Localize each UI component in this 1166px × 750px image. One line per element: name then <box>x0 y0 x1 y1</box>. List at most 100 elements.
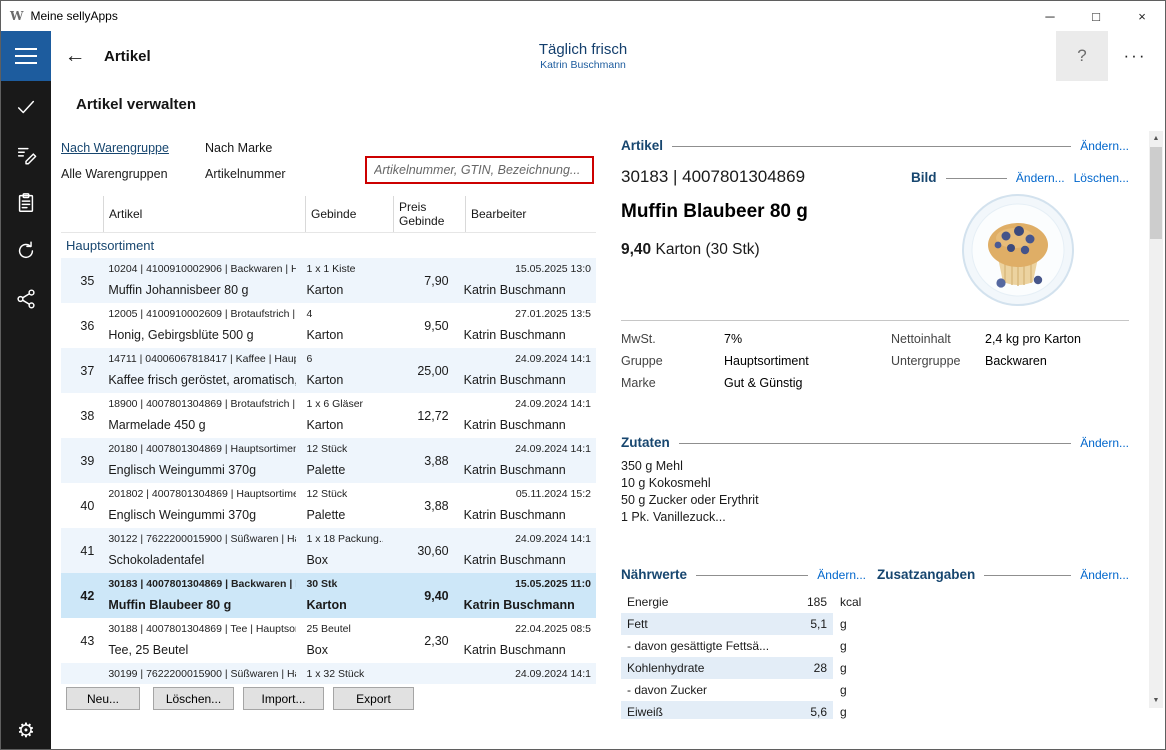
marke-value: Gut & Günstig <box>724 376 803 390</box>
article-meta: 201802 | 4007801304869 | Hauptsortiment.… <box>108 488 296 500</box>
clipboard-icon[interactable] <box>13 190 39 216</box>
more-options-button[interactable]: ··· <box>1111 31 1159 81</box>
price-value: 9,40 <box>621 241 651 258</box>
article-price: 9,40 Karton (30 Stk) <box>621 241 760 259</box>
table-row[interactable]: 38 18900 | 4007801304869 | Brotaufstrich… <box>61 393 596 438</box>
naehrwerte-aendern-link[interactable]: Ändern... <box>817 568 866 582</box>
editor-name: Katrin Buschmann <box>464 328 591 342</box>
article-meta: 10204 | 4100910002906 | Backwaren | Hau.… <box>108 263 296 275</box>
section-divider <box>679 443 1072 444</box>
warengruppe-select[interactable]: Alle Warengruppen <box>61 167 168 181</box>
nutrient-unit: g <box>833 617 847 631</box>
artikel-aendern-link[interactable]: Ändern... <box>1080 139 1129 153</box>
nutrient-label: Fett <box>621 617 787 631</box>
gebinde-type: Palette <box>306 463 382 477</box>
check-icon[interactable] <box>13 94 39 120</box>
scrollbar-thumb[interactable] <box>1150 147 1162 239</box>
naehrwerte-heading: Nährwerte <box>621 567 687 582</box>
article-meta: 18900 | 4007801304869 | Brotaufstrich | … <box>108 398 296 410</box>
gruppe-label: Gruppe <box>621 354 663 368</box>
row-number: 37 <box>61 348 103 393</box>
article-meta: 30183 | 4007801304869 | Backwaren | Hau.… <box>108 578 296 590</box>
nutrition-row-band: Fett 5,1 <box>621 613 833 635</box>
detail-scrollbar[interactable]: ▲ ▼ <box>1149 131 1163 708</box>
filter-by-warengruppe[interactable]: Nach Warengruppe <box>61 141 169 155</box>
ingredient-line: 1 Pk. Vanillezuck... <box>621 509 921 526</box>
zutaten-aendern-link[interactable]: Ändern... <box>1080 436 1129 450</box>
table-row[interactable]: 43 30188 | 4007801304869 | Tee | Hauptso… <box>61 618 596 663</box>
edit-document-icon[interactable] <box>13 142 39 168</box>
sidebar: ⚙ <box>1 81 51 749</box>
gebinde-meta: 1 x 32 Stück <box>306 668 382 680</box>
minimize-button[interactable]: ─ <box>1027 1 1073 31</box>
table-row[interactable]: 42 30183 | 4007801304869 | Backwaren | H… <box>61 573 596 618</box>
zusatzangaben-heading: Zusatzangaben <box>877 567 975 582</box>
close-button[interactable]: × <box>1119 1 1165 31</box>
sync-icon[interactable] <box>13 238 39 264</box>
gebinde-type: Karton <box>306 598 382 612</box>
bild-aendern-link[interactable]: Ändern... <box>1016 171 1065 185</box>
article-cell: 14711 | 04006067818417 | Kaffee | Haupts… <box>103 348 301 393</box>
article-image <box>961 193 1075 307</box>
edit-date: 24.09.2024 14:1 <box>464 668 591 680</box>
bearbeiter-cell: 15.05.2025 11:0 Katrin Buschmann <box>459 573 596 618</box>
menu-button[interactable] <box>1 31 51 81</box>
gebinde-cell: 1 x 6 Gläser Karton <box>301 393 387 438</box>
bild-loeschen-link[interactable]: Löschen... <box>1074 171 1129 185</box>
row-number <box>61 663 103 684</box>
gebinde-meta: 30 Stk <box>306 578 382 590</box>
table-row[interactable]: 39 20180 | 4007801304869 | Hauptsortimen… <box>61 438 596 483</box>
table-row[interactable]: 30199 | 7622200015900 | Süßwaren | Hau..… <box>61 663 596 684</box>
table-rows: 35 10204 | 4100910002906 | Backwaren | H… <box>61 258 596 684</box>
maximize-button[interactable]: □ <box>1073 1 1119 31</box>
article-name: Marmelade 450 g <box>108 418 296 432</box>
import-button[interactable]: Import... <box>243 687 324 710</box>
edit-date: 15.05.2025 11:0 <box>464 578 591 590</box>
nutrient-label: - davon Zucker <box>621 683 787 697</box>
nutrient-value: 185 <box>787 595 833 609</box>
col-header-artikel[interactable]: Artikel <box>104 196 306 232</box>
price-cell: 7,90 <box>388 258 459 303</box>
gebinde-type: Karton <box>306 283 382 297</box>
scroll-up-icon[interactable]: ▲ <box>1149 131 1163 146</box>
naehrwerte-section: Nährwerte Ändern... <box>621 567 866 582</box>
col-header-gebinde[interactable]: Gebinde <box>306 196 394 232</box>
scroll-down-icon[interactable]: ▼ <box>1149 693 1163 708</box>
app-logo-icon: W <box>10 9 23 23</box>
bearbeiter-cell: 24.09.2024 14:1 <box>459 663 596 684</box>
search-input[interactable] <box>365 156 594 184</box>
article-cell: 18900 | 4007801304869 | Brotaufstrich | … <box>103 393 301 438</box>
customer-contact: Katrin Buschmann <box>540 59 626 71</box>
bearbeiter-cell: 22.04.2025 08:5 Katrin Buschmann <box>459 618 596 663</box>
col-header-bearbeiter[interactable]: Bearbeiter <box>466 196 596 232</box>
table-row[interactable]: 35 10204 | 4100910002906 | Backwaren | H… <box>61 258 596 303</box>
filter-by-marke[interactable]: Nach Marke <box>205 141 272 155</box>
table-row[interactable]: 40 201802 | 4007801304869 | Hauptsortime… <box>61 483 596 528</box>
gear-icon[interactable]: ⚙ <box>17 721 35 741</box>
new-button[interactable]: Neu... <box>66 687 140 710</box>
section-divider <box>984 575 1071 576</box>
nutrient-label: - davon gesättigte Fettsä... <box>621 639 787 653</box>
gebinde-meta: 12 Stück <box>306 488 382 500</box>
window-title: Meine sellyApps <box>30 9 117 23</box>
current-customer: Täglich frisch Katrin Buschmann <box>301 31 865 81</box>
zusatzangaben-section: Zusatzangaben Ändern... <box>877 567 1129 582</box>
article-cell: 30183 | 4007801304869 | Backwaren | Hau.… <box>103 573 301 618</box>
price-cell <box>388 663 459 684</box>
help-button[interactable]: ? <box>1056 31 1108 81</box>
article-name: Muffin Blaubeer 80 g <box>108 598 296 612</box>
back-button[interactable]: ← <box>59 31 91 81</box>
delete-button[interactable]: Löschen... <box>153 687 234 710</box>
table-row[interactable]: 36 12005 | 4100910002609 | Brotaufstrich… <box>61 303 596 348</box>
table-row[interactable]: 37 14711 | 04006067818417 | Kaffee | Hau… <box>61 348 596 393</box>
price-cell: 12,72 <box>388 393 459 438</box>
zusatzangaben-aendern-link[interactable]: Ändern... <box>1080 568 1129 582</box>
app-window: W Meine sellyApps ─ □ × ← Artikel Täglic… <box>0 0 1166 750</box>
nutrient-unit: g <box>833 705 847 719</box>
row-number: 42 <box>61 573 103 618</box>
col-header-preis[interactable]: Preis Gebinde <box>394 196 466 232</box>
export-button[interactable]: Export <box>333 687 414 710</box>
table-row[interactable]: 41 30122 | 7622200015900 | Süßwaren | Ha… <box>61 528 596 573</box>
share-icon[interactable] <box>13 286 39 312</box>
nutrient-label: Kohlenhydrate <box>621 661 787 675</box>
